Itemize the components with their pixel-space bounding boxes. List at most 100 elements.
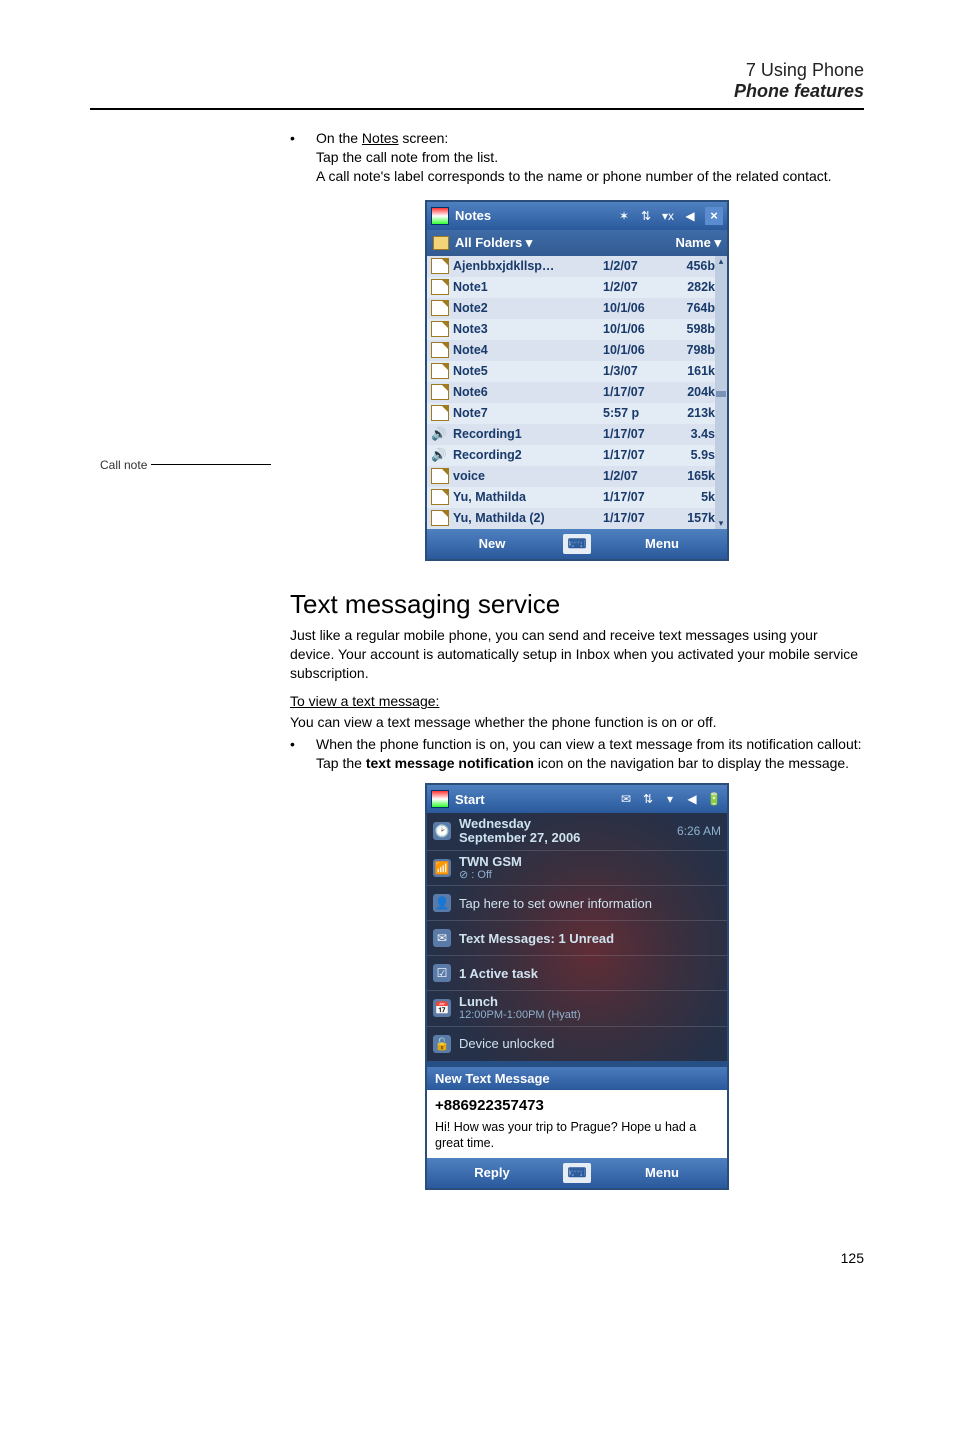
item-date: 10/1/06	[603, 301, 667, 315]
item-name: Ajenbbxjdkllsp…	[453, 259, 603, 273]
callout-leader-line	[151, 464, 271, 465]
volume-icon[interactable]: ◀	[683, 790, 701, 808]
item-date: 1/17/07	[603, 427, 667, 441]
clock-icon: 🕑	[433, 822, 451, 840]
list-item[interactable]: Ajenbbxjdkllsp…1/2/07456b	[427, 256, 727, 277]
recording-icon: 🔊	[431, 427, 447, 441]
title-bar: Start ✉ ⇅ ▾ ◀ 🔋	[427, 785, 727, 813]
item-size: 5k	[667, 490, 715, 504]
scroll-up-icon[interactable]: ▴	[719, 256, 724, 267]
sync-icon[interactable]: ⇅	[639, 790, 657, 808]
date-row[interactable]: 🕑 Wednesday September 27, 2006 6:26 AM	[427, 813, 727, 851]
scroll-thumb[interactable]	[716, 391, 726, 397]
softkey-new[interactable]: New	[427, 536, 557, 551]
chapter-title: 7 Using Phone	[90, 60, 864, 81]
tap-notification-step: Tap the text message notification icon o…	[316, 754, 864, 773]
item-date: 1/2/07	[603, 469, 667, 483]
bullet-dot: •	[290, 736, 300, 752]
title-bar: Notes ✶ ⇅ ▾x ◀ ×	[427, 202, 727, 230]
softkey-menu[interactable]: Menu	[597, 1165, 727, 1180]
item-name: Note5	[453, 364, 603, 378]
volume-icon[interactable]: ◀	[681, 207, 699, 225]
antenna-icon: 📶	[433, 859, 451, 877]
list-item[interactable]: Note310/1/06598b	[427, 319, 727, 340]
list-item[interactable]: Note11/2/07282k	[427, 277, 727, 298]
keyboard-icon[interactable]: ⌨	[563, 534, 591, 554]
item-size: 3.4s	[667, 427, 715, 441]
scrollbar[interactable]: ▴ ▾	[715, 256, 727, 529]
item-date: 1/2/07	[603, 280, 667, 294]
notes-bullet-text: On the Notes screen:	[316, 130, 448, 146]
today-device-mock: Start ✉ ⇅ ▾ ◀ 🔋 🕑 Wednesday Septe	[425, 783, 729, 1189]
note-icon	[431, 342, 449, 358]
unlock-icon: 🔓	[433, 1035, 451, 1053]
owner-row[interactable]: 👤 Tap here to set owner information	[427, 886, 727, 921]
item-date: 1/3/07	[603, 364, 667, 378]
start-flag-icon[interactable]	[431, 207, 449, 225]
list-item[interactable]: Note210/1/06764b	[427, 298, 727, 319]
app-title[interactable]: Start	[455, 792, 611, 807]
list-item[interactable]: Yu, Mathilda1/17/075k	[427, 487, 727, 508]
note-icon	[431, 384, 449, 400]
scroll-down-icon[interactable]: ▾	[719, 518, 724, 529]
envelope-icon: ✉	[433, 929, 451, 947]
signal-icon[interactable]: ▾	[661, 790, 679, 808]
item-name: Note7	[453, 406, 603, 420]
battery-icon[interactable]: 🔋	[705, 790, 723, 808]
close-icon[interactable]: ×	[705, 207, 723, 225]
item-size: 598b	[667, 322, 715, 336]
sync-icon[interactable]: ⇅	[637, 207, 655, 225]
messages-row[interactable]: ✉ Text Messages: 1 Unread	[427, 921, 727, 956]
lock-row[interactable]: 🔓 Device unlocked	[427, 1027, 727, 1061]
item-size: 282k	[667, 280, 715, 294]
item-size: 204k	[667, 385, 715, 399]
item-size: 157k	[667, 511, 715, 525]
note-icon	[431, 489, 449, 505]
softkey-menu[interactable]: Menu	[597, 536, 727, 551]
sort-picker[interactable]: Name	[675, 235, 721, 251]
radio-icon[interactable]: ✶	[615, 207, 633, 225]
phone-on-bullet: When the phone function is on, you can v…	[316, 736, 862, 752]
item-name: Note6	[453, 385, 603, 399]
checkbox-icon: ☑	[433, 964, 451, 982]
softkey-reply[interactable]: Reply	[427, 1165, 557, 1180]
list-item[interactable]: Note61/17/07204k	[427, 382, 727, 403]
tasks-row[interactable]: ☑ 1 Active task	[427, 956, 727, 991]
list-item[interactable]: Note51/3/07161k	[427, 361, 727, 382]
callnote-callout: Call note	[100, 458, 271, 472]
item-date: 5:57 p	[603, 406, 667, 420]
list-item[interactable]: voice1/2/07165k	[427, 466, 727, 487]
item-size: 798b	[667, 343, 715, 357]
section-title: Phone features	[90, 81, 864, 102]
item-date: 1/17/07	[603, 385, 667, 399]
soft-key-bar: New ⌨ Menu	[427, 529, 727, 559]
item-name: Note4	[453, 343, 603, 357]
message-notification-icon[interactable]: ✉	[617, 790, 635, 808]
signal-icon[interactable]: ▾x	[659, 207, 677, 225]
appointment-row[interactable]: 📅 Lunch 12:00PM-1:00PM (Hyatt)	[427, 991, 727, 1026]
text-messaging-heading: Text messaging service	[290, 589, 864, 620]
folder-picker[interactable]: All Folders	[455, 235, 532, 251]
list-item[interactable]: Yu, Mathilda (2)1/17/07157k	[427, 508, 727, 529]
page-number: 125	[90, 1250, 864, 1266]
item-name: Note3	[453, 322, 603, 336]
today-body: 🕑 Wednesday September 27, 2006 6:26 AM 📶…	[427, 813, 727, 1060]
bullet-dot: •	[290, 130, 300, 146]
clock-time: 6:26 AM	[677, 824, 721, 838]
notification-popup: New Text Message +886922357473 Hi! How w…	[427, 1061, 727, 1158]
list-item[interactable]: Note75:57 p213k	[427, 403, 727, 424]
carrier-row[interactable]: 📶 TWN GSM ⊘ : Off	[427, 851, 727, 886]
note-icon	[431, 405, 449, 421]
start-flag-icon[interactable]	[431, 790, 449, 808]
item-name: Yu, Mathilda	[453, 490, 603, 504]
notes-step-2: A call note's label corresponds to the n…	[316, 167, 864, 186]
list-item[interactable]: 🔊Recording21/17/075.9s	[427, 445, 727, 466]
list-item[interactable]: Note410/1/06798b	[427, 340, 727, 361]
note-icon	[431, 258, 449, 274]
item-date: 10/1/06	[603, 322, 667, 336]
note-icon	[431, 279, 449, 295]
item-date: 1/17/07	[603, 448, 667, 462]
item-size: 764b	[667, 301, 715, 315]
list-item[interactable]: 🔊Recording11/17/073.4s	[427, 424, 727, 445]
keyboard-icon[interactable]: ⌨	[563, 1163, 591, 1183]
